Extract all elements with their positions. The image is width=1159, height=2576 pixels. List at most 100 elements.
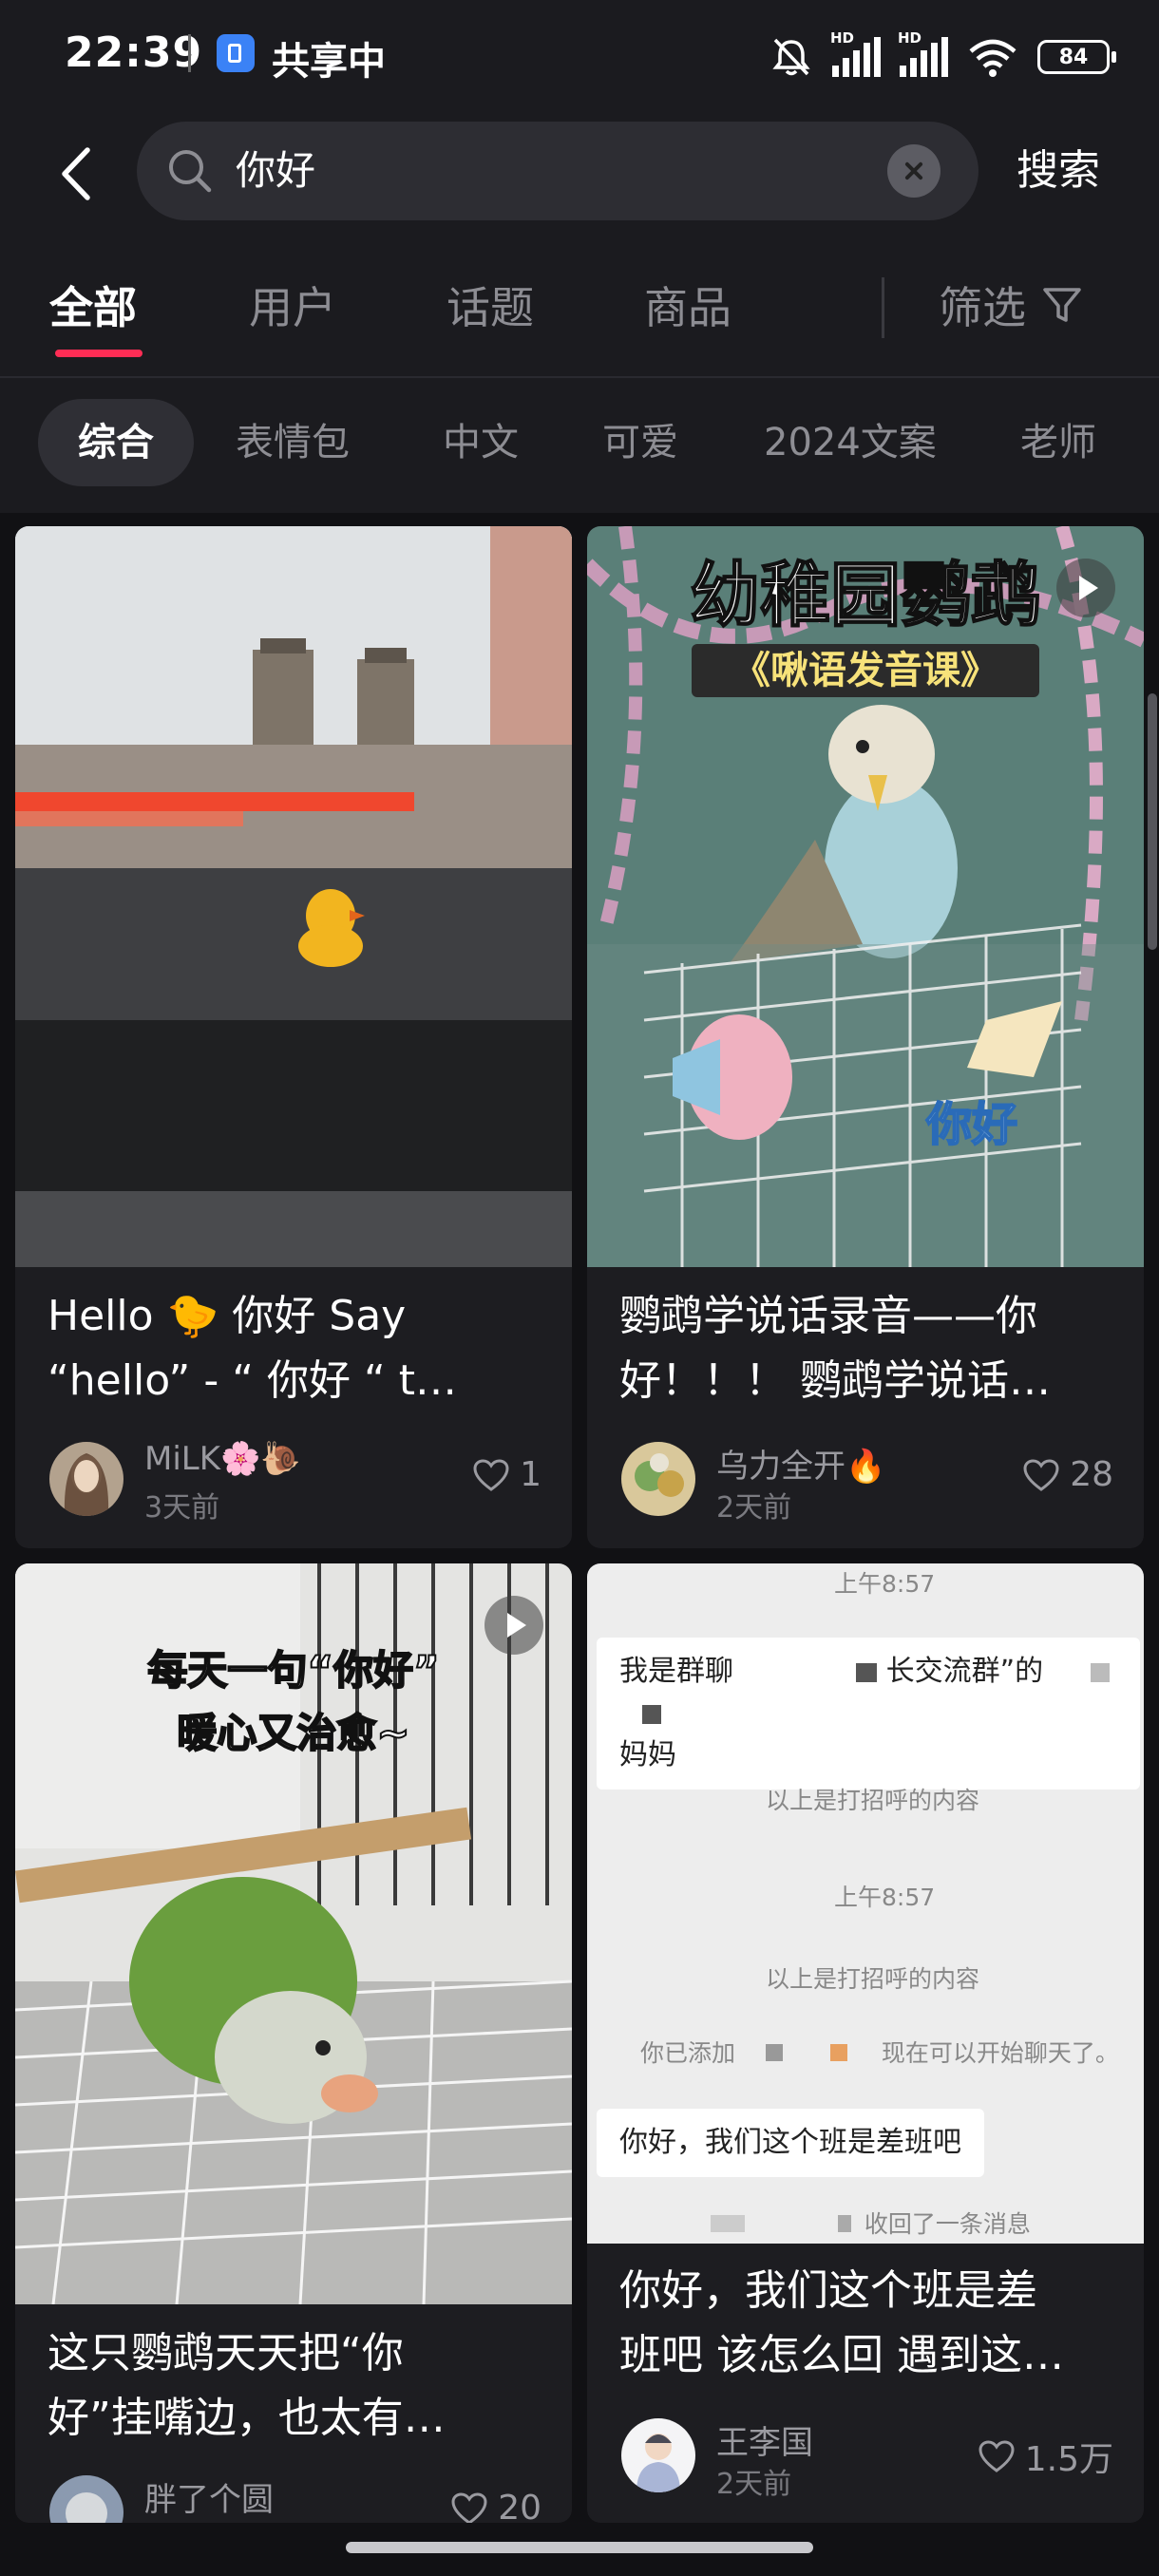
- like-count: 1.5万: [1024, 2440, 1113, 2479]
- heart-icon: [1023, 1458, 1059, 1491]
- video-play-icon: [1056, 559, 1115, 617]
- chat-timestamp: 上午8:57: [834, 1570, 936, 1598]
- home-indicator[interactable]: [346, 2542, 813, 2553]
- cover-image-chat-screenshot: 上午8:57 我是群聊 长交流群”的 妈妈 以上是打招呼的内容 上午8:57 以…: [587, 1563, 1144, 2244]
- signal-2-icon: HD: [898, 29, 948, 77]
- like-button[interactable]: 20: [450, 2489, 542, 2523]
- clear-search-button[interactable]: [887, 144, 940, 198]
- chip-chinese[interactable]: 中文: [443, 399, 519, 486]
- chat-text: 我是群聊: [619, 1655, 733, 1688]
- scrollbar[interactable]: [1148, 693, 1157, 950]
- chip-teacher[interactable]: 老师: [1020, 399, 1096, 486]
- video-play-icon: [484, 1596, 543, 1655]
- search-input[interactable]: 你好: [236, 122, 315, 220]
- note-card[interactable]: Hello 🐤 你好 Say “hello” - “ 你好 “ t… MiLK🌸…: [15, 526, 572, 1548]
- chat-timestamp: 上午8:57: [834, 1884, 936, 1911]
- chat-text: 你已添加: [640, 2039, 736, 2067]
- title-line: 好”挂嘴边，也太有…: [48, 2394, 446, 2442]
- like-count: 20: [498, 2489, 542, 2523]
- card-title: 你好，我们这个班是差 班吧 该怎么回 遇到这…: [619, 2259, 1113, 2388]
- tab-products[interactable]: 商品: [644, 274, 732, 336]
- filter-icon: [1043, 288, 1081, 322]
- divider: [0, 376, 1159, 378]
- like-button[interactable]: 1: [472, 1455, 542, 1494]
- title-line: 班吧 该怎么回 遇到这…: [619, 2331, 1064, 2379]
- cover-overlay-text: 每天一句“你好” 暖心又治愈~: [15, 1639, 572, 1765]
- like-count: 28: [1070, 1455, 1113, 1494]
- post-time: 3天前: [144, 1491, 220, 1525]
- chat-message-bubble: 我是群聊 长交流群”的 妈妈: [597, 1638, 1140, 1790]
- avatar[interactable]: [621, 2418, 695, 2492]
- author-name[interactable]: 乌力全开🔥: [716, 1440, 885, 1487]
- active-tab-indicator: [55, 350, 142, 357]
- like-button[interactable]: 28: [1022, 1455, 1113, 1494]
- cover-sticker-text: 你好: [925, 1097, 1018, 1152]
- post-time: 2天前: [716, 2468, 792, 2501]
- filter-button[interactable]: 筛选: [939, 274, 1083, 336]
- sharing-label: 共享中: [272, 40, 386, 84]
- title-line: 好！！！ 鹦鹉学说话…: [619, 1356, 1051, 1405]
- heart-icon: [473, 1458, 509, 1491]
- tab-all[interactable]: 全部: [49, 274, 137, 336]
- title-line: “hello” - “ 你好 “ t…: [48, 1356, 457, 1405]
- chip-cute[interactable]: 可爱: [602, 399, 678, 486]
- chip-comprehensive[interactable]: 综合: [38, 399, 194, 486]
- result-tabs: 全部 用户 话题 商品 筛选: [0, 262, 1159, 367]
- tab-separator: [882, 277, 884, 338]
- search-icon: [169, 150, 212, 193]
- note-card[interactable]: 上午8:57 我是群聊 长交流群”的 妈妈 以上是打招呼的内容 上午8:57 以…: [587, 1563, 1144, 2523]
- card-title: Hello 🐤 你好 Say “hello” - “ 你好 “ t…: [48, 1284, 542, 1413]
- status-time: 22:39: [65, 28, 203, 77]
- heart-icon: [451, 2491, 487, 2523]
- bell-muted-icon: [772, 38, 810, 76]
- chat-text: 现在可以开始聊天了。: [881, 2039, 1119, 2067]
- chat-system-message: 你已添加 现在可以开始聊天了。: [640, 2035, 1119, 2069]
- chip-stickers[interactable]: 表情包: [236, 399, 350, 486]
- chat-text: 长交流群”的: [885, 1655, 1044, 1688]
- cover-overlay-subtitle: 《啾语发音课》: [692, 644, 1039, 697]
- search-row: 你好 搜索: [0, 122, 1159, 226]
- status-divider: [188, 34, 191, 72]
- cover-image-duck: [15, 526, 572, 1267]
- chat-system-message: 以上是打招呼的内容: [766, 1787, 980, 1814]
- chat-message-bubble: 你好，我们这个班是差班吧: [597, 2109, 984, 2177]
- title-line: 你好，我们这个班是差: [619, 2266, 1037, 2315]
- screen-share-icon: [217, 34, 255, 72]
- tab-topics[interactable]: 话题: [446, 274, 534, 336]
- hd-label: HD: [898, 29, 922, 47]
- filter-label: 筛选: [939, 282, 1026, 333]
- note-card[interactable]: 每天一句“你好” 暖心又治愈~ 这只鹦鹉天天把“你 好”挂嘴边，也太有… 胖了个…: [15, 1563, 572, 2523]
- back-icon[interactable]: [46, 141, 112, 207]
- tab-users[interactable]: 用户: [249, 274, 336, 336]
- status-icons: HD HD 84: [770, 29, 1116, 82]
- author-name[interactable]: 胖了个圆: [144, 2473, 274, 2520]
- chip-2024-copy[interactable]: 2024文案: [764, 399, 937, 486]
- card-title: 这只鹦鹉天天把“你 好”挂嘴边，也太有…: [48, 2321, 542, 2451]
- author-name[interactable]: MiLK🌸🐌: [144, 1440, 301, 1478]
- battery-icon: 84: [1037, 40, 1116, 74]
- author-name[interactable]: 王李国: [716, 2416, 813, 2463]
- heart-icon: [978, 2440, 1015, 2472]
- chat-text: 收回了一条消息: [864, 2210, 1031, 2238]
- search-button[interactable]: 搜索: [1016, 122, 1100, 220]
- title-line: Hello 🐤 你好 Say: [48, 1292, 407, 1340]
- card-title: 鹦鹉学说话录音——你 好！！！ 鹦鹉学说话…: [619, 1284, 1113, 1413]
- signal-1-icon: HD: [830, 29, 881, 77]
- avatar[interactable]: [621, 1442, 695, 1516]
- search-box[interactable]: 你好: [137, 122, 978, 220]
- overlay-line: 每天一句“你好”: [146, 1646, 440, 1695]
- like-button[interactable]: 1.5万: [978, 2432, 1113, 2481]
- status-bar: 22:39 共享中 HD HD 84: [0, 0, 1159, 114]
- chat-system-message: 以上是打招呼的内容: [766, 1965, 980, 1993]
- post-time: 2天前: [716, 1491, 792, 1525]
- title-line: 这只鹦鹉天天把“你: [48, 2329, 404, 2377]
- like-count: 1: [520, 1455, 542, 1494]
- chat-text: 妈妈: [619, 1738, 676, 1771]
- chat-system-message: 收回了一条消息: [711, 2206, 1031, 2240]
- hd-label: HD: [830, 29, 855, 47]
- avatar[interactable]: [49, 1442, 124, 1516]
- note-card[interactable]: 幼稚园鹦鹉 《啾语发音课》 你好 鹦鹉学说话录音——你 好！！！ 鹦鹉学说话… …: [587, 526, 1144, 1548]
- avatar[interactable]: [49, 2475, 124, 2523]
- filter-chips: 综合 表情包 中文 可爱 2024文案 老师: [0, 399, 1159, 490]
- overlay-line: 暖心又治愈~: [176, 1709, 410, 1757]
